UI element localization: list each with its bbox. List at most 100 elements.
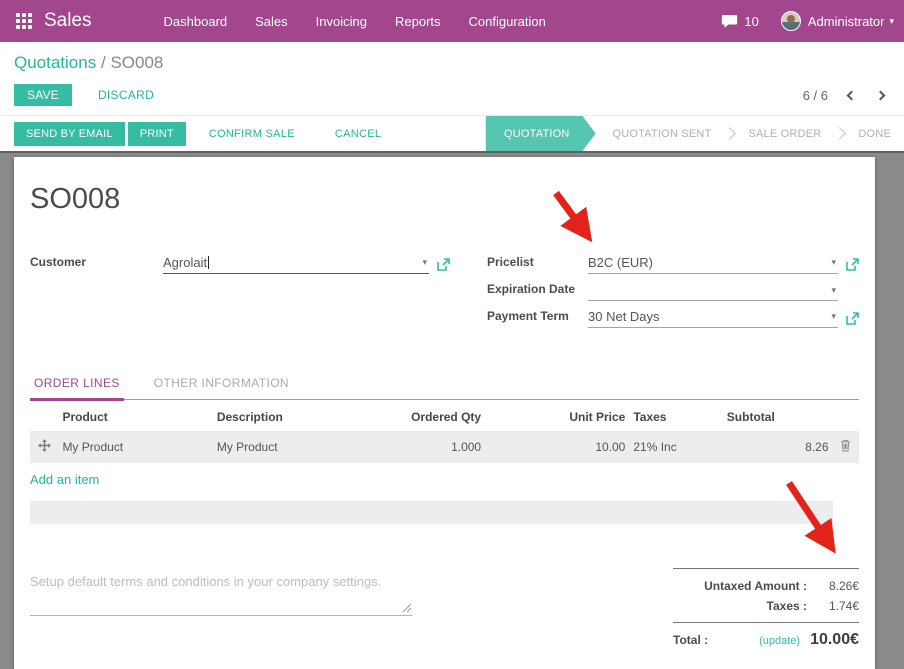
pager-count[interactable]: 6 / 6 xyxy=(803,88,828,103)
update-total-link[interactable]: (update) xyxy=(759,635,800,647)
apps-grid-icon[interactable] xyxy=(16,13,32,29)
resize-handle-icon[interactable] xyxy=(402,603,412,613)
menu-configuration[interactable]: Configuration xyxy=(455,0,560,42)
totals-block: Untaxed Amount : 8.26€ Taxes : 1.74€ Tot… xyxy=(673,568,859,649)
document-title: SO008 xyxy=(30,183,859,216)
terms-placeholder: Setup default terms and conditions in yo… xyxy=(30,568,412,604)
total-row: Total : (update) 10.00€ xyxy=(673,622,859,649)
send-by-email-button[interactable]: SEND BY EMAIL xyxy=(14,122,125,146)
control-panel: SEND BY EMAIL PRINT CONFIRM SALE CANCEL … xyxy=(0,115,904,153)
total-value: 10.00€ xyxy=(810,631,859,649)
app-brand[interactable]: Sales xyxy=(44,10,92,32)
cell-taxes[interactable]: 21% Inc xyxy=(629,431,722,463)
cell-unit-price[interactable]: 10.00 xyxy=(485,431,629,463)
customer-label: Customer xyxy=(30,255,163,274)
form-sheet: SO008 Customer Agrolait ▾ xyxy=(14,157,875,669)
avatar[interactable] xyxy=(781,11,801,31)
col-taxes: Taxes xyxy=(629,401,722,431)
status-step-quotation-sent[interactable]: QUOTATION SENT xyxy=(600,116,725,151)
col-ordered-qty: Ordered Qty xyxy=(365,401,485,431)
drag-handle-icon[interactable] xyxy=(30,431,58,463)
terms-textarea[interactable]: Setup default terms and conditions in yo… xyxy=(30,568,412,616)
record-pager: 6 / 6 xyxy=(803,88,890,103)
pricelist-label: Pricelist xyxy=(487,255,588,274)
chevron-right-icon xyxy=(724,127,737,140)
col-subtotal: Subtotal xyxy=(723,401,833,431)
chevron-down-icon[interactable]: ▾ xyxy=(825,311,836,322)
customer-field-row: Customer Agrolait ▾ xyxy=(30,252,450,274)
payment-term-field-row: Payment Term 30 Net Days ▾ xyxy=(487,306,859,328)
status-step-quotation[interactable]: QUOTATION xyxy=(486,116,596,151)
col-unit-price: Unit Price xyxy=(485,401,629,431)
table-row[interactable]: My Product My Product 1.000 10.00 21% In… xyxy=(30,431,859,463)
notebook-tabs: ORDER LINES OTHER INFORMATION xyxy=(30,367,859,400)
table-header-row: Product Description Ordered Qty Unit Pri… xyxy=(30,401,859,431)
cell-description[interactable]: My Product xyxy=(213,431,365,463)
expiration-date-input[interactable]: ▾ xyxy=(588,281,838,301)
chevron-right-icon xyxy=(834,127,847,140)
top-navbar: Sales Dashboard Sales Invoicing Reports … xyxy=(0,0,904,42)
print-button[interactable]: PRINT xyxy=(128,122,186,146)
tab-order-lines[interactable]: ORDER LINES xyxy=(30,367,124,401)
customer-input[interactable]: Agrolait ▾ xyxy=(163,253,429,274)
chevron-down-icon[interactable]: ▾ xyxy=(825,257,836,268)
save-button[interactable]: SAVE xyxy=(14,84,72,106)
trash-icon xyxy=(840,439,851,452)
cancel-button[interactable]: CANCEL xyxy=(329,127,387,141)
menu-invoicing[interactable]: Invoicing xyxy=(302,0,381,42)
menu-reports[interactable]: Reports xyxy=(381,0,455,42)
navbar-right: 10 Administrator ▾ xyxy=(721,11,894,31)
chevron-down-icon[interactable]: ▾ xyxy=(416,257,427,268)
breadcrumb-quotations[interactable]: Quotations xyxy=(14,53,96,72)
payment-term-select[interactable]: 30 Net Days ▾ xyxy=(588,307,838,328)
external-link-icon[interactable] xyxy=(846,312,859,325)
chevron-down-icon[interactable]: ▾ xyxy=(825,285,836,296)
cell-subtotal: 8.26 xyxy=(723,431,833,463)
confirm-sale-button[interactable]: CONFIRM SALE xyxy=(203,127,301,141)
sales-app-window: Sales Dashboard Sales Invoicing Reports … xyxy=(0,0,904,602)
cell-ordered-qty[interactable]: 1.000 xyxy=(365,431,485,463)
messages-count: 10 xyxy=(744,14,758,29)
tab-other-information[interactable]: OTHER INFORMATION xyxy=(150,367,293,399)
pager-next-icon[interactable] xyxy=(876,90,886,100)
pricelist-field-row: Pricelist B2C (EUR) ▾ xyxy=(487,252,859,274)
cell-product[interactable]: My Product xyxy=(58,431,212,463)
total-label: Total : xyxy=(673,633,708,647)
col-description: Description xyxy=(213,401,365,431)
taxes-label: Taxes : xyxy=(767,599,807,613)
section-placeholder-bar xyxy=(30,501,833,524)
statusbar: QUOTATION QUOTATION SENT SALE ORDER DONE xyxy=(485,116,904,151)
chat-icon xyxy=(721,14,738,29)
delete-row-button[interactable] xyxy=(833,431,859,463)
col-product: Product xyxy=(58,401,212,431)
discard-button[interactable]: DISCARD xyxy=(92,87,160,103)
untaxed-amount-label: Untaxed Amount : xyxy=(704,579,807,593)
breadcrumb: Quotations / SO008 xyxy=(14,53,890,73)
expiration-date-field-row: Expiration Date ▾ xyxy=(487,279,859,301)
untaxed-amount-value: 8.26€ xyxy=(807,579,859,593)
menu-dashboard[interactable]: Dashboard xyxy=(150,0,242,42)
page-background: SO008 Customer Agrolait ▾ xyxy=(0,153,904,669)
text-cursor xyxy=(208,256,209,269)
external-link-icon[interactable] xyxy=(437,258,450,271)
messages-button[interactable]: 10 xyxy=(721,14,758,29)
pager-previous-icon[interactable] xyxy=(847,90,857,100)
payment-term-label: Payment Term xyxy=(487,309,588,328)
main-menu: Dashboard Sales Invoicing Reports Config… xyxy=(150,0,560,42)
breadcrumb-current: SO008 xyxy=(110,53,163,72)
menu-sales[interactable]: Sales xyxy=(241,0,302,42)
header-panel: Quotations / SO008 SAVE DISCARD 6 / 6 xyxy=(0,42,904,115)
status-step-done[interactable]: DONE xyxy=(845,116,904,151)
status-step-sale-order[interactable]: SALE ORDER xyxy=(735,116,834,151)
breadcrumb-separator: / xyxy=(101,53,106,72)
form-fields: Customer Agrolait ▾ xyxy=(30,252,859,333)
record-actions: SAVE DISCARD 6 / 6 xyxy=(14,84,890,106)
chevron-down-icon: ▾ xyxy=(889,16,894,27)
add-an-item-link[interactable]: Add an item xyxy=(30,472,99,487)
untaxed-amount-row: Untaxed Amount : 8.26€ xyxy=(673,576,859,596)
taxes-row: Taxes : 1.74€ xyxy=(673,596,859,616)
user-menu[interactable]: Administrator xyxy=(808,14,885,29)
expiration-date-label: Expiration Date xyxy=(487,282,588,301)
external-link-icon[interactable] xyxy=(846,258,859,271)
pricelist-select[interactable]: B2C (EUR) ▾ xyxy=(588,253,838,274)
